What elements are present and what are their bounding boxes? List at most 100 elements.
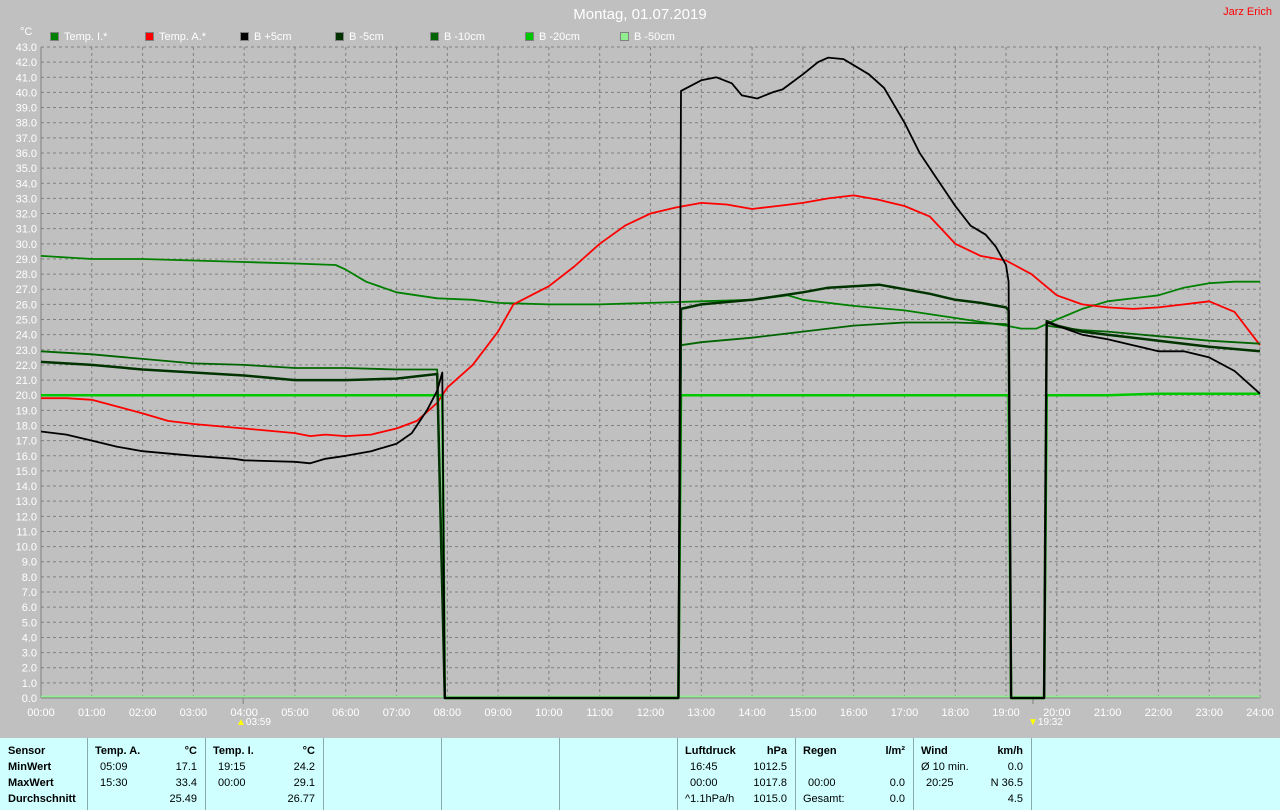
- legend-swatch: [335, 32, 344, 41]
- temp-a-min-value: 17.1: [175, 761, 197, 773]
- temp-i-max-time: 00:00: [218, 777, 246, 789]
- x-tick-label: 01:00: [78, 707, 106, 719]
- x-tick-label: 06:00: [332, 707, 360, 719]
- y-tick-label: 1.0: [22, 678, 37, 690]
- y-tick-label: 23.0: [16, 345, 37, 357]
- y-tick-label: 24.0: [16, 330, 37, 342]
- pressure-max-time: 00:00: [690, 777, 718, 789]
- temp-i-title: Temp. I.: [213, 745, 254, 757]
- temp-a-min-time: 05:09: [100, 761, 128, 773]
- y-tick-label: 38.0: [16, 118, 37, 130]
- x-tick-label: 10:00: [535, 707, 563, 719]
- legend-item[interactable]: B -5cm: [335, 31, 384, 43]
- y-tick-label: 7.0: [22, 587, 37, 599]
- legend-swatch: [620, 32, 629, 41]
- rain-total-label: Gesamt:: [803, 793, 845, 805]
- x-tick-label: 02:00: [129, 707, 157, 719]
- sensor-header: Sensor: [8, 745, 46, 757]
- wind-max-time: 20:25: [926, 777, 954, 789]
- temp-a-avg-value: 25.49: [169, 793, 197, 805]
- rain-total-value: 0.0: [889, 793, 905, 805]
- temp-i-unit: °C: [302, 745, 315, 757]
- sunrise-time: 03:59: [245, 717, 271, 728]
- stats-empty-column: [560, 738, 678, 810]
- temp-i-min-time: 19:15: [218, 761, 246, 773]
- legend-label: B +5cm: [254, 31, 292, 43]
- stats-temp-a-column: Temp. A. °C 05:09 17.1 15:30 33.4 25.49: [88, 738, 206, 810]
- x-tick-label: 24:00: [1246, 707, 1274, 719]
- legend-label: B -20cm: [539, 31, 580, 43]
- y-tick-label: 11.0: [16, 526, 37, 538]
- x-tick-label: 23:00: [1195, 707, 1223, 719]
- y-tick-label: 26.0: [16, 299, 37, 311]
- x-tick-label: 13:00: [688, 707, 716, 719]
- rain-title: Regen: [803, 745, 837, 757]
- temp-i-avg-value: 26.77: [287, 793, 315, 805]
- y-tick-label: 37.0: [16, 133, 37, 145]
- temp-a-max-time: 15:30: [100, 777, 128, 789]
- x-tick-label: 15:00: [789, 707, 817, 719]
- y-tick-label: 39.0: [16, 103, 37, 115]
- legend-item[interactable]: B -50cm: [620, 31, 675, 43]
- y-tick-label: 41.0: [16, 72, 37, 84]
- wind-unit: km/h: [997, 745, 1023, 757]
- y-tick-label: 43.0: [16, 42, 37, 54]
- wind-avg-value: 0.0: [1007, 761, 1023, 773]
- y-tick-label: 31.0: [16, 224, 37, 236]
- temp-a-title: Temp. A.: [95, 745, 141, 757]
- y-tick-label: 32.0: [16, 209, 37, 221]
- y-tick-label: 5.0: [22, 617, 37, 629]
- y-tick-label: 0.0: [22, 693, 37, 705]
- y-tick-label: 22.0: [16, 360, 37, 372]
- y-tick-label: 27.0: [16, 284, 37, 296]
- y-tick-label: 2.0: [22, 663, 37, 675]
- rain-max-value: 0.0: [889, 777, 905, 789]
- pressure-max-value: 1017.8: [753, 777, 787, 789]
- legend-item[interactable]: B +5cm: [240, 31, 292, 43]
- wind-title: Wind: [921, 745, 948, 757]
- x-tick-label: 18:00: [941, 707, 969, 719]
- chart-area: 0.0 1.0 2.0 3.0 4.0 5.0 6.0 7.0 8.0 9.0 10.0 11.0 12…: [0, 0, 1280, 738]
- sunset-time: 19:32: [1037, 717, 1063, 728]
- y-unit-label: °C: [20, 26, 33, 38]
- y-tick-label: 10.0: [16, 542, 37, 554]
- legend-item[interactable]: Temp. A.*: [145, 31, 206, 43]
- x-tick-label: 07:00: [383, 707, 411, 719]
- y-tick-label: 21.0: [16, 375, 37, 387]
- x-tick-label: 11:00: [586, 707, 613, 719]
- x-tick-label: 19:00: [992, 707, 1020, 719]
- x-tick-label: 08:00: [434, 707, 462, 719]
- stats-labels-column: Sensor MinWert MaxWert Durchschnitt: [0, 738, 88, 810]
- y-tick-label: 16.0: [16, 451, 37, 463]
- y-tick-label: 25.0: [16, 315, 37, 327]
- y-tick-label: 40.0: [16, 87, 37, 99]
- wind-max-value: N 36.5: [990, 777, 1023, 789]
- temp-i-max-value: 29.1: [293, 777, 315, 789]
- y-tick-label: 19.0: [16, 405, 37, 417]
- y-tick-label: 18.0: [16, 420, 37, 432]
- legend-item[interactable]: B -20cm: [525, 31, 580, 43]
- author-label: Jarz Erich: [1223, 6, 1272, 18]
- x-tick-label: 22:00: [1145, 707, 1173, 719]
- y-tick-label: 36.0: [16, 148, 37, 160]
- legend-item[interactable]: B -10cm: [430, 31, 485, 43]
- stats-panel: Sensor MinWert MaxWert Durchschnitt Temp…: [0, 738, 1280, 810]
- y-tick-label: 29.0: [16, 254, 37, 266]
- y-tick-label: 35.0: [16, 163, 37, 175]
- pressure-min-time: 16:45: [690, 761, 718, 773]
- pressure-min-value: 1012.5: [753, 761, 787, 773]
- legend-item[interactable]: Temp. I.*: [50, 31, 107, 43]
- y-tick-label: 14.0: [16, 481, 37, 493]
- y-tick-label: 33.0: [16, 193, 37, 205]
- y-tick-label: 9.0: [22, 557, 37, 569]
- x-tick-label: 12:00: [637, 707, 665, 719]
- y-tick-label: 6.0: [22, 602, 37, 614]
- x-tick-label: 17:00: [891, 707, 919, 719]
- x-tick-label: 09:00: [484, 707, 512, 719]
- y-tick-label: 42.0: [16, 57, 37, 69]
- y-tick-label: 28.0: [16, 269, 37, 281]
- y-tick-label: 12.0: [16, 511, 37, 523]
- pressure-title: Luftdruck: [685, 745, 736, 757]
- legend-label: B -5cm: [349, 31, 384, 43]
- y-tick-label: 3.0: [22, 648, 37, 660]
